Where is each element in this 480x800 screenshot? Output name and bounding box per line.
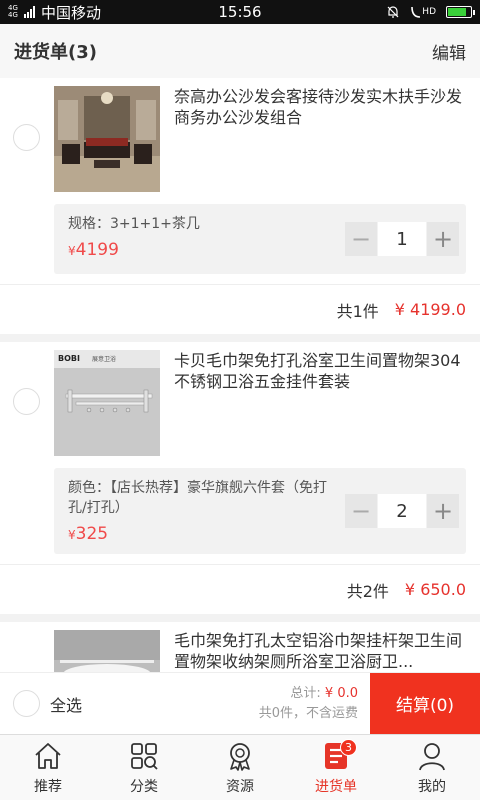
home-icon [35,742,61,769]
subtotal-count: 共1件 [336,301,379,321]
tab-resources[interactable]: 资源 [192,735,288,800]
battery-icon [446,6,475,18]
item-select-radio[interactable] [13,124,40,151]
signal-icon: 4G 4G [8,5,35,19]
product-name[interactable]: 卡贝毛巾架免打孔浴室卫生间置物架304不锈钢卫浴五金挂件套装 [174,350,466,456]
select-all-label[interactable]: 全选 [50,692,82,716]
settle-button[interactable]: 结算(0) [370,672,480,735]
decrease-button[interactable]: − [345,494,377,528]
subtotal-count: 共2件 [346,581,389,601]
award-ribbon-icon [230,742,250,771]
spec-box: 颜色：【店长热荐】豪华旗舰六件套（免打孔/打孔） ¥325 − 2 + [54,468,466,554]
tab-category[interactable]: 分类 [96,735,192,800]
spec-box: 规格：3+1+1+茶几 ¥4199 − 1 + [54,204,466,274]
total-label: 总计: [290,685,321,701]
bottom-tab-bar: 推荐 分类 资源 进货单 3 我的 [0,734,480,800]
spec-text: 规格：3+1+1+茶几 [68,216,200,232]
status-bar: 4G 4G 中国移动 15:56 HD [0,0,480,24]
quantity-value[interactable]: 1 [378,222,426,256]
quantity-stepper[interactable]: − 2 + [345,494,459,528]
tab-mine[interactable]: 我的 [384,735,480,800]
tab-label: 分类 [130,778,158,795]
quantity-stepper[interactable]: − 1 + [345,222,459,256]
count-note: 共0件，不含运费 [258,705,358,721]
product-thumbnail-sofa[interactable] [54,86,160,192]
category-grid-icon [131,742,158,770]
product-name[interactable]: 奈高办公沙发会客接待沙发实木扶手沙发商务办公沙发组合 [174,86,466,192]
decrease-button[interactable]: − [345,222,377,256]
tab-cart[interactable]: 进货单 3 [288,735,384,800]
cart-list[interactable]: 奈高办公沙发会客接待沙发实木扶手沙发商务办公沙发组合 规格：3+1+1+茶几 ¥… [0,78,480,672]
subtotal-amount: ¥ 650.0 [404,580,466,599]
network-type: 4G 4G [8,4,18,19]
increase-button[interactable]: + [427,222,459,256]
item-subtotal: 共2件 ¥ 650.0 [0,564,480,614]
page-title: 进货单(3) [14,42,97,63]
user-icon [419,742,445,770]
cart-item-card: BOBI 展意卫浴 卡贝毛巾架免打孔浴室卫生间置物架304不锈钢卫浴五金挂件套装 [0,342,480,614]
tab-label: 资源 [226,778,254,795]
edit-button[interactable]: 编辑 [432,39,466,64]
carrier-name: 中国移动 [41,3,102,22]
cart-count-badge: 3 [340,739,357,756]
item-select-radio[interactable] [13,388,40,415]
cart-item-card: 奈高办公沙发会客接待沙发实木扶手沙发商务办公沙发组合 规格：3+1+1+茶几 ¥… [0,78,480,334]
mute-bell-icon [387,6,399,18]
quantity-value[interactable]: 2 [378,494,426,528]
product-thumbnail-towel-bar[interactable] [54,630,160,672]
tab-recommend[interactable]: 推荐 [0,735,96,800]
tab-label: 推荐 [34,778,62,795]
svg-text:展意卫浴: 展意卫浴 [92,355,116,363]
svg-text:BOBI: BOBI [58,354,80,363]
product-thumbnail-towel-rack[interactable]: BOBI 展意卫浴 [54,350,160,456]
increase-button[interactable]: + [427,494,459,528]
spec-text: 颜色：【店长热荐】豪华旗舰六件套（免打孔/打孔） [68,480,327,516]
hd-call-icon: HD [410,5,436,19]
page-header: 进货单(3) 编辑 [0,24,480,78]
cart-item-card: 毛巾架免打孔太空铝浴巾架挂杆架卫生间置物架收纳架厕所浴室卫浴厨卫... [0,622,480,672]
total-value: ¥ 0.0 [324,685,358,701]
checkout-bar: 全选 总计: ¥ 0.0 共0件，不含运费 结算(0) [0,672,480,735]
subtotal-amount: ¥ 4199.0 [394,300,466,319]
tab-label: 我的 [418,778,446,795]
item-subtotal: 共1件 ¥ 4199.0 [0,284,480,334]
product-name[interactable]: 毛巾架免打孔太空铝浴巾架挂杆架卫生间置物架收纳架厕所浴室卫浴厨卫... [174,630,466,672]
select-all-radio[interactable] [13,690,40,717]
tab-label: 进货单 [315,778,357,795]
order-totals: 总计: ¥ 0.0 共0件，不含运费 [259,684,370,724]
